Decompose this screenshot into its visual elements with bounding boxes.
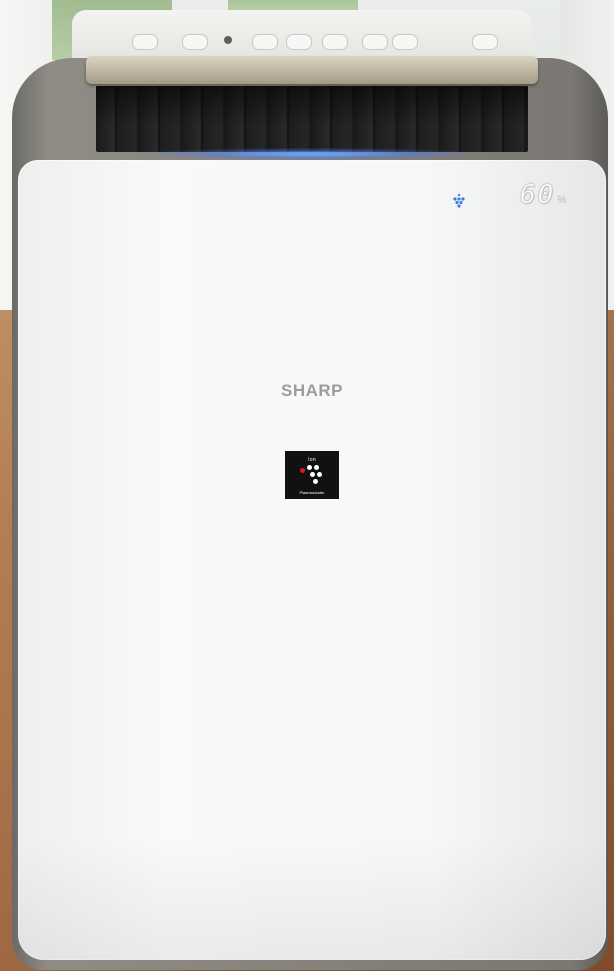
brand-logo: SHARP [280, 381, 343, 400]
control-button [362, 34, 388, 50]
carry-handle [86, 56, 538, 84]
badge-dot [317, 472, 322, 477]
blue-light-strip [150, 148, 470, 160]
vent-shadow [96, 86, 528, 152]
water-droplet-icon [453, 193, 465, 208]
control-button [252, 34, 278, 50]
badge-dot [314, 465, 319, 470]
badge-dot [307, 465, 312, 470]
plasmacluster-badge: Ion Plasmacluster [285, 451, 339, 499]
control-button [182, 34, 208, 50]
humidity-unit: % [557, 195, 567, 206]
badge-sublabel: Plasmacluster [299, 490, 325, 495]
photo-scene: 60 % SHARP Ion Plasmacluster [0, 0, 614, 971]
badge-dot [310, 472, 315, 477]
badge-label: Ion [308, 457, 316, 463]
control-button [322, 34, 348, 50]
control-button [286, 34, 312, 50]
humidity-value: 60 [520, 180, 556, 211]
front-panel [18, 160, 606, 960]
control-button [472, 34, 498, 50]
control-button [392, 34, 418, 50]
humidity-display: 60 % [520, 178, 567, 211]
badge-dot [300, 468, 305, 473]
badge-dot [313, 479, 318, 484]
indicator-dot [224, 36, 232, 44]
control-button [132, 34, 158, 50]
